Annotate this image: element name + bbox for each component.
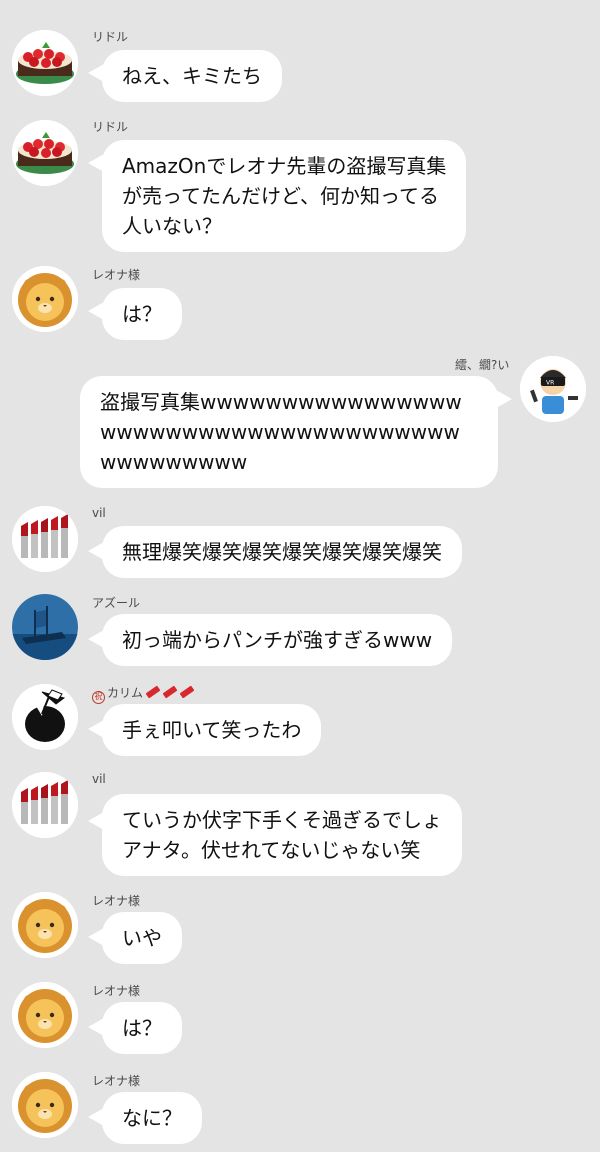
- sender-name: アズール: [92, 596, 141, 610]
- message-text: が売ってたんだけど、何か知ってる: [122, 184, 439, 208]
- message-bubble[interactable]: 盗撮写真集wwwwwwwwwwwwwwww wwwwwwwwwwwwwwwwww…: [80, 376, 498, 488]
- message-bubble[interactable]: は？: [102, 1002, 182, 1054]
- message-text: 手ぇ叩いて笑ったわ: [122, 718, 302, 742]
- message-text: いや: [122, 926, 162, 950]
- sender-name: リドル: [92, 30, 129, 44]
- message-bubble[interactable]: AmazOnでレオナ先輩の盗撮写真集 が売ってたんだけど、何か知ってる 人いない…: [102, 140, 467, 252]
- lion-avatar-icon[interactable]: [12, 982, 78, 1048]
- message-bubble[interactable]: ねえ、キミたち: [102, 50, 282, 102]
- message-text: アナタ。伏せれてないじゃない笑: [122, 838, 421, 862]
- message-text: ねえ、キミたち: [122, 64, 262, 88]
- sender-name: レオナ様: [92, 268, 141, 282]
- celebration-icon: 祝: [92, 691, 105, 704]
- lipstick-avatar-icon[interactable]: [12, 506, 78, 572]
- message-bubble[interactable]: なに？: [102, 1092, 202, 1144]
- message-text: AmazOnでレオナ先輩の盗撮写真集: [122, 154, 447, 178]
- message-text: 人いない？: [122, 214, 222, 238]
- message-bubble[interactable]: 無理爆笑爆笑爆笑爆笑爆笑爆笑爆笑: [102, 526, 462, 578]
- firecracker-icon: [162, 685, 178, 699]
- sender-name: vil: [92, 772, 106, 786]
- message-text: 無理爆笑爆笑爆笑爆笑爆笑爆笑爆笑: [122, 540, 442, 564]
- sender-name: 繧、繝?い: [455, 358, 510, 372]
- sender-name: レオナ様: [92, 894, 141, 908]
- message-bubble[interactable]: 手ぇ叩いて笑ったわ: [102, 704, 322, 756]
- message-text: 初っ端からパンチが強すぎるwww: [122, 628, 433, 652]
- cake-avatar-icon[interactable]: [12, 120, 78, 186]
- firecracker-icon: [145, 685, 161, 699]
- message-bubble[interactable]: ていうか伏字下手くそ過ぎるでしょ アナタ。伏せれてないじゃない笑: [102, 794, 462, 876]
- message-bubble[interactable]: は？: [102, 288, 182, 340]
- vr-avatar-icon[interactable]: VR: [520, 356, 586, 422]
- message-bubble[interactable]: 初っ端からパンチが強すぎるwww: [102, 614, 453, 666]
- cake-avatar-icon[interactable]: [12, 30, 78, 96]
- lion-avatar-icon[interactable]: [12, 266, 78, 332]
- message-text: なに？: [122, 1106, 182, 1130]
- sender-name: vil: [92, 506, 106, 520]
- message-text: は？: [122, 1016, 162, 1040]
- lion-avatar-icon[interactable]: [12, 892, 78, 958]
- sender-name: レオナ様: [92, 984, 141, 998]
- sender-name: レオナ様: [92, 1074, 141, 1088]
- bubble-tail: [496, 390, 512, 408]
- sender-name: リドル: [92, 120, 129, 134]
- chat-log: リドル ねえ、キミたち リドル AmazOnでレオナ先輩の盗撮写真集 が売ってた…: [0, 0, 600, 1152]
- svg-text:VR: VR: [546, 380, 554, 387]
- message-text: は？: [122, 302, 162, 326]
- sender-name: 祝カリム: [92, 684, 195, 704]
- ship-avatar-icon[interactable]: [12, 594, 78, 660]
- message-text: ていうか伏字下手くそ過ぎるでしょ: [122, 808, 442, 832]
- message-text: wwwwwwwwwwwwwwwwwwwwww: [100, 420, 460, 444]
- sender-name-text: カリム: [107, 686, 144, 700]
- message-text: 盗撮写真集wwwwwwwwwwwwwwww: [100, 390, 462, 414]
- lion-avatar-icon[interactable]: [12, 1072, 78, 1138]
- message-bubble[interactable]: いや: [102, 912, 182, 964]
- lipstick-avatar-icon[interactable]: [12, 772, 78, 838]
- firecracker-icon: [179, 685, 195, 699]
- message-text: wwwwwwwww: [100, 450, 248, 474]
- coconut-avatar-icon[interactable]: [12, 684, 78, 750]
